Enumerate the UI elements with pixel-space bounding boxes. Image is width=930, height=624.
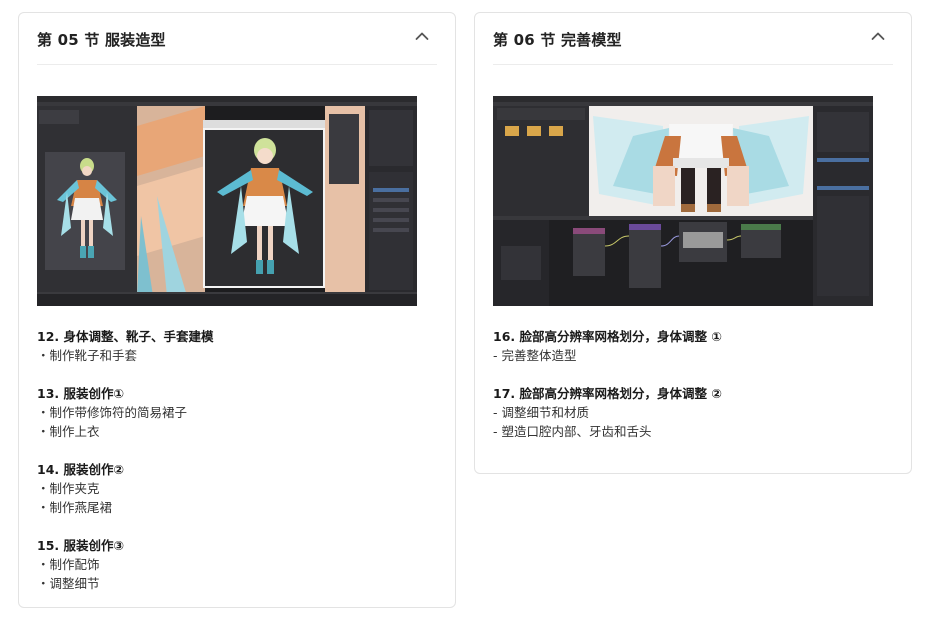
section-header[interactable]: 第 06 节 完善模型 [493,13,893,65]
section-title: 第 05 节 服装造型 [37,31,166,49]
lesson-list: 12. 身体调整、靴子、手套建模 ・制作靴子和手套 13. 服装创作① ・制作带… [37,328,437,613]
lesson-item: ・制作配饰 [37,556,100,572]
lesson-title: 12. 身体调整、靴子、手套建模 [37,329,214,344]
lesson-title: 15. 服装创作③ [37,537,125,553]
lesson-item: - 调整细节和材质 [493,404,589,420]
chevron-up-icon[interactable] [871,31,885,41]
lesson-14: 14. 服装创作② ・制作夹克 ・制作燕尾裙 [37,461,437,518]
lesson-item: ・调整细节 [37,576,100,591]
lesson-title: 13. 服装创作① [37,385,125,401]
lesson-13: 13. 服装创作① ・制作带修饰符的简易裙子 ・制作上衣 [37,385,437,442]
lesson-item: ・制作燕尾裙 [37,500,113,515]
lesson-12: 12. 身体调整、靴子、手套建模 ・制作靴子和手套 [37,328,437,366]
section-header[interactable]: 第 05 节 服装造型 [37,13,437,65]
blender-screenshot-model [493,96,873,306]
lesson-item: ・制作上衣 [37,424,100,439]
lesson-title: 14. 服装创作② [37,461,125,477]
section-card-05: 第 05 节 服装造型 12. 身体调整、靴子、手套建模 ・制作靴子和手套 13… [18,12,456,608]
lesson-item: - 完善整体造型 [493,348,577,363]
lesson-item: ・制作靴子和手套 [37,348,138,363]
lesson-title: 17. 脸部高分辨率网格划分，身体调整 ② [493,385,722,401]
section-card-06: 第 06 节 完善模型 16. 脸部高分辨率网格划分，身体调整 ① - 完善整体… [474,12,912,474]
lesson-17: 17. 脸部高分辨率网格划分，身体调整 ② - 调整细节和材质 - 塑造口腔内部… [493,385,893,442]
section-title: 第 06 节 完善模型 [493,31,622,49]
lesson-item: ・制作带修饰符的简易裙子 [37,404,188,420]
lesson-list: 16. 脸部高分辨率网格划分，身体调整 ① - 完善整体造型 17. 脸部高分辨… [493,328,893,461]
lesson-title: 16. 脸部高分辨率网格划分，身体调整 ① [493,329,722,344]
chevron-up-icon[interactable] [415,31,429,41]
lesson-16: 16. 脸部高分辨率网格划分，身体调整 ① - 完善整体造型 [493,328,893,366]
lesson-item: ・制作夹克 [37,480,100,496]
lesson-item: - 塑造口腔内部、牙齿和舌头 [493,424,652,439]
lesson-15: 15. 服装创作③ ・制作配饰 ・调整细节 [37,537,437,594]
blender-screenshot-clothing [37,96,417,306]
